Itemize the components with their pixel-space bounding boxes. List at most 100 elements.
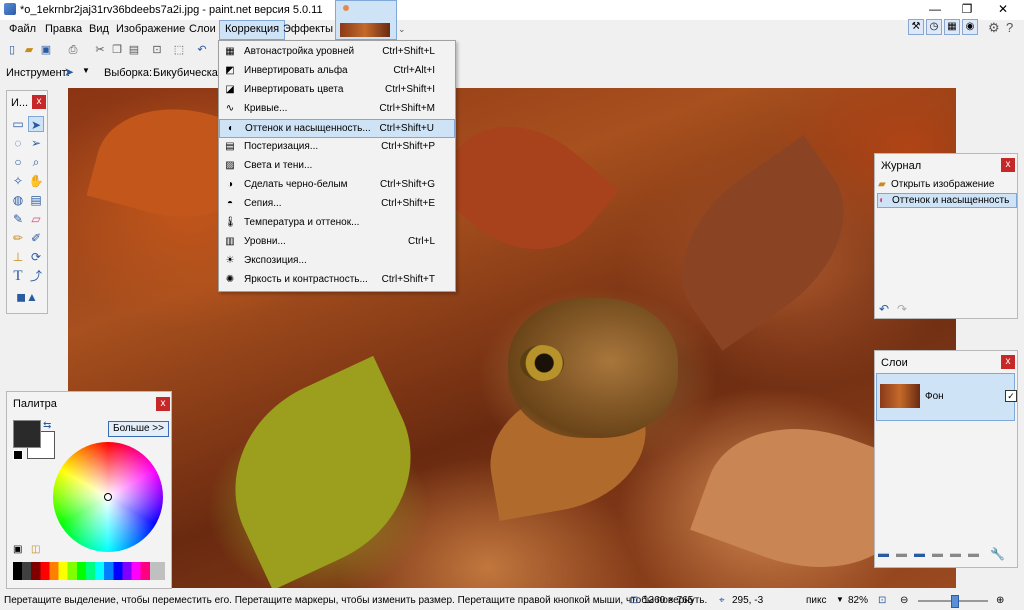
minimize-button[interactable]: —	[920, 0, 950, 20]
tool-dropdown-icon[interactable]: ▼	[82, 66, 90, 75]
open-file-icon[interactable]: ▰	[22, 43, 36, 57]
more-colors-button[interactable]: Больше >>	[108, 421, 169, 437]
layers-panel-title: Слои	[881, 357, 908, 369]
move-selection-tool-icon[interactable]: ➤	[64, 65, 74, 79]
add-layer-icon[interactable]: ▬	[878, 548, 889, 560]
shapes-icon[interactable]: ◼▲	[10, 289, 44, 305]
menu-item-brightness-contrast[interactable]: ✺ Яркость и контрастность... Ctrl+Shift+T	[219, 271, 455, 290]
menu-item-invert-colors[interactable]: ◪ Инвертировать цвета Ctrl+Shift+I	[219, 81, 455, 100]
tabs-dropdown-icon[interactable]: ⌄	[398, 24, 406, 35]
menu-item-shadows-highlights[interactable]: ▨ Света и тени...	[219, 157, 455, 176]
line-curve-icon[interactable]: ⤴	[28, 268, 44, 284]
menu-item-temperature[interactable]: 🌡 Температура и оттенок...	[219, 214, 455, 233]
settings-gear-icon[interactable]: ⚙	[988, 20, 1000, 36]
paint-bucket-icon[interactable]: ◍	[10, 192, 26, 208]
color-palette-strip[interactable]	[13, 562, 165, 580]
history-toggle-icon[interactable]: ◷	[926, 19, 942, 35]
history-item-open[interactable]: ▰ Открыть изображение	[877, 178, 1017, 193]
paintbrush-icon[interactable]: ✎	[10, 211, 26, 227]
ellipse-select-icon[interactable]: ○	[10, 154, 26, 170]
image-tab-thumbnail[interactable]	[335, 0, 397, 40]
zoom-out-icon[interactable]: ⊖	[900, 595, 908, 606]
color-picker-icon[interactable]: ✐	[28, 230, 44, 246]
menu-item-black-white[interactable]: ◑ Сделать черно-белым Ctrl+Shift+G	[219, 176, 455, 195]
duplicate-layer-icon[interactable]: ▬	[914, 548, 925, 560]
pencil-icon[interactable]: ✏	[10, 230, 26, 246]
new-file-icon[interactable]: ▯	[5, 43, 19, 57]
menu-item-auto-levels[interactable]: ▦ Автонастройка уровней Ctrl+Shift+L	[219, 43, 455, 62]
history-item-hue-saturation[interactable]: ◐ Оттенок и насыщенность	[877, 193, 1017, 208]
cut-icon[interactable]: ✂	[93, 43, 107, 57]
gradient-icon[interactable]: ▤	[28, 192, 44, 208]
layer-row-background[interactable]: Фон ✓	[876, 373, 1017, 421]
colors-toggle-icon[interactable]: ◉	[962, 19, 978, 35]
delete-layer-icon[interactable]: ▬	[896, 548, 907, 560]
move-layer-down-icon[interactable]: ▬	[968, 548, 979, 560]
zoom-in-icon[interactable]: ⊕	[996, 595, 1004, 606]
menu-item-curves[interactable]: ∿ Кривые... Ctrl+Shift+M	[219, 100, 455, 119]
move-layer-up-icon[interactable]: ▬	[950, 548, 961, 560]
move-selected-icon[interactable]: ➢	[28, 135, 44, 151]
eraser-icon[interactable]: ▱	[28, 211, 44, 227]
recolor-icon[interactable]: ⟳	[28, 249, 44, 265]
color-wheel[interactable]	[53, 442, 163, 552]
redo-icon[interactable]: ↷	[897, 302, 907, 316]
image-size: 1360 × 765	[643, 595, 694, 606]
tools-toggle-icon[interactable]: ⚒	[908, 19, 924, 35]
close-icon[interactable]: x	[32, 95, 46, 109]
deselect-icon[interactable]: ⬚	[172, 43, 186, 57]
menu-effects[interactable]: Эффекты	[278, 20, 338, 38]
pan-hand-icon[interactable]: ✋	[28, 173, 44, 189]
print-icon[interactable]: ⎙	[66, 43, 80, 57]
close-icon[interactable]: x	[156, 397, 170, 411]
magic-wand-icon[interactable]: ✧	[10, 173, 26, 189]
zoom-level[interactable]: 82%	[848, 595, 868, 606]
maximize-button[interactable]: ❐	[952, 0, 982, 20]
undo-icon[interactable]: ↶	[879, 302, 889, 316]
menu-item-levels[interactable]: ▥ Уровни... Ctrl+L	[219, 233, 455, 252]
merge-layer-icon[interactable]: ▬	[932, 548, 943, 560]
menu-adjustments[interactable]: Коррекция	[219, 20, 286, 40]
close-icon[interactable]: x	[1001, 355, 1015, 369]
reset-colors-icon[interactable]	[13, 450, 23, 460]
menu-file[interactable]: Файл	[4, 20, 41, 38]
copy-icon[interactable]: ❐	[110, 43, 124, 57]
swap-colors-icon[interactable]: ⇆	[43, 420, 51, 431]
paste-icon[interactable]: ▤	[127, 43, 141, 57]
menu-item-posterize[interactable]: ▤ Постеризация... Ctrl+Shift+P	[219, 138, 455, 157]
close-icon[interactable]: x	[1001, 158, 1015, 172]
palette-menu-icon[interactable]: ▣	[13, 544, 22, 555]
menu-image[interactable]: Изображение	[111, 20, 190, 38]
close-button[interactable]: ✕	[988, 0, 1018, 20]
lasso-icon[interactable]: ◌	[10, 135, 26, 151]
layer-visibility-checkbox[interactable]: ✓	[1005, 390, 1017, 402]
resampling-select[interactable]: Бикубическая	[153, 67, 224, 79]
help-icon[interactable]: ?	[1006, 20, 1013, 35]
menu-item-exposure[interactable]: ☀ Экспозиция...	[219, 252, 455, 271]
rectangle-select-icon[interactable]: ▭	[10, 116, 26, 132]
crop-icon[interactable]: ⊡	[150, 43, 164, 57]
save-file-icon[interactable]: ▣	[39, 43, 53, 57]
menu-edit[interactable]: Правка	[40, 20, 87, 38]
layer-properties-icon[interactable]: 🔧	[990, 547, 1005, 561]
units-select[interactable]: пикс	[806, 595, 827, 606]
menu-item-invert-alpha[interactable]: ◩ Инвертировать альфа Ctrl+Alt+I	[219, 62, 455, 81]
selection-label: Выборка:	[104, 67, 153, 79]
menu-item-hue-saturation[interactable]: ◐ Оттенок и насыщенность... Ctrl+Shift+U	[219, 119, 455, 138]
zoom-icon[interactable]: ⌕	[28, 154, 44, 170]
image-canvas[interactable]	[68, 88, 956, 588]
zoom-fit-icon[interactable]: ⊡	[878, 595, 886, 606]
color-wheel-cursor[interactable]	[104, 493, 112, 501]
menu-item-sepia[interactable]: ◓ Сепия... Ctrl+Shift+E	[219, 195, 455, 214]
menu-view[interactable]: Вид	[84, 20, 114, 38]
move-selection-icon[interactable]: ➤	[28, 116, 44, 132]
palette-options-icon[interactable]: ◫	[31, 544, 40, 555]
primary-color-swatch[interactable]	[13, 420, 41, 448]
menu-layers[interactable]: Слои	[184, 20, 221, 38]
layers-toggle-icon[interactable]: ▦	[944, 19, 960, 35]
zoom-slider-thumb[interactable]	[951, 595, 959, 608]
units-dropdown-icon[interactable]: ▼	[836, 595, 844, 604]
clone-stamp-icon[interactable]: ⊥	[10, 249, 26, 265]
text-tool-icon[interactable]: T	[10, 268, 26, 284]
undo-icon[interactable]: ↶	[195, 43, 209, 57]
